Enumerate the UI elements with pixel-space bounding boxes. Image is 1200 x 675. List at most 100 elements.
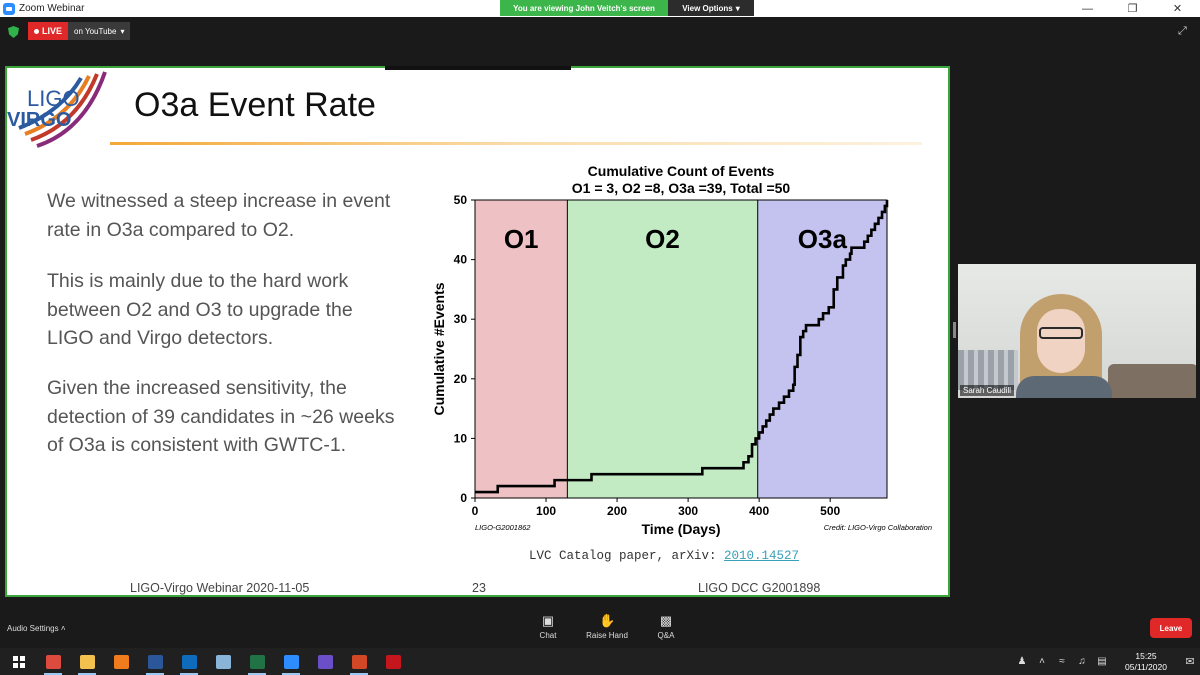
taskbar-app-drop-app[interactable] <box>310 651 340 673</box>
taskbar-app-outlook[interactable] <box>174 651 204 675</box>
taskbar-app-file-explorer[interactable] <box>72 651 102 675</box>
x-tick-label: 200 <box>607 504 627 518</box>
clock-time: 15:25 <box>1135 650 1157 661</box>
citation-text: LVC Catalog paper, arXiv: <box>529 549 725 563</box>
x-tick-label: 300 <box>678 504 698 518</box>
live-label: LIVE <box>42 26 63 36</box>
network-icon[interactable]: ▤ <box>1093 656 1111 668</box>
leave-button[interactable]: Leave <box>1150 618 1192 638</box>
minimize-icon[interactable]: — <box>1065 0 1110 17</box>
system-tray: ♟ ˄ ≈ ♫ ▤ 15:25 05/11/2020 ✉ <box>1012 648 1200 675</box>
wifi-icon[interactable]: ≈ <box>1053 656 1071 668</box>
zoom-app-icon <box>3 2 15 15</box>
taskbar-app-powerpoint[interactable] <box>344 651 374 675</box>
excel-icon <box>249 655 265 669</box>
slide-paragraph: This is mainly due to the hard work betw… <box>47 270 353 349</box>
chevron-up-icon[interactable]: ˄ <box>1033 656 1051 668</box>
raise-hand-label: Raise Hand <box>586 631 628 640</box>
outlook-icon <box>181 655 197 669</box>
participant-face <box>1037 309 1085 373</box>
meeting-toolbar: Audio Settings ˄ ▣ Chat ✋ Raise Hand ▩ Q… <box>0 608 1200 648</box>
taskbar-app-excel[interactable] <box>242 651 272 675</box>
live-indicator: LIVE <box>28 22 69 40</box>
y-tick-label: 40 <box>454 253 468 267</box>
acrobat-icon <box>385 655 401 669</box>
close-icon[interactable]: ✕ <box>1155 0 1200 17</box>
x-tick-label: 0 <box>472 504 479 518</box>
taskbar-app-word[interactable] <box>140 651 170 675</box>
taskbar-app-search-app[interactable] <box>106 651 136 673</box>
taskbar-app-chrome[interactable] <box>38 651 68 675</box>
fullscreen-icon[interactable]: ⤢ <box>1178 25 1190 37</box>
participant-video-tile[interactable]: Sarah Caudill <box>958 264 1196 398</box>
qa-icon: ▩ <box>659 613 673 628</box>
logo-ligo-text: LIGO <box>27 86 80 111</box>
chat-label: Chat <box>539 631 557 640</box>
windows-logo-icon <box>13 656 25 668</box>
slide-footer-right: LIGO DCC G2001898 <box>698 581 821 595</box>
volume-icon[interactable]: ♫ <box>1073 656 1091 668</box>
slide-footer-left: LIGO-Virgo Webinar 2020-11-05 <box>130 581 310 595</box>
slide-page-number: 23 <box>472 581 486 595</box>
qa-button[interactable]: ▩ Q&A <box>636 613 696 641</box>
run-region-label: O2 <box>645 224 680 254</box>
chevron-down-icon: ▾ <box>735 3 740 13</box>
qa-label: Q&A <box>657 631 675 640</box>
clock-date: 05/11/2020 <box>1125 661 1167 672</box>
arxiv-link[interactable]: 2010.14527 <box>724 549 799 563</box>
chat-button[interactable]: ▣ Chat <box>518 613 578 641</box>
encryption-shield-icon[interactable] <box>8 26 19 38</box>
y-tick-label: 50 <box>454 193 468 207</box>
video-chair <box>1108 364 1196 398</box>
people-icon[interactable]: ♟ <box>1013 656 1031 668</box>
restore-icon[interactable]: ❐ <box>1110 0 1155 17</box>
word-icon <box>147 655 163 669</box>
window-title: Zoom Webinar <box>19 3 85 14</box>
chart-annotation: LIGO-G2001862 <box>475 523 531 532</box>
y-tick-label: 0 <box>460 491 467 505</box>
chat-icon: ▣ <box>541 613 555 628</box>
audio-settings-button[interactable]: Audio Settings ˄ <box>7 624 66 633</box>
taskbar-app-notes[interactable] <box>208 651 238 673</box>
view-options-label: View Options <box>682 3 733 13</box>
powerpoint-icon <box>351 655 367 669</box>
run-region-label: O3a <box>798 224 848 254</box>
video-background-panel <box>958 350 1018 390</box>
x-tick-label: 500 <box>820 504 840 518</box>
start-button[interactable] <box>4 651 34 673</box>
stream-platform-dropdown[interactable]: on YouTube ▾ <box>68 22 131 40</box>
slide-paragraph: We witnessed a steep increase in event r… <box>47 190 391 241</box>
x-tick-label: 100 <box>536 504 556 518</box>
slide-paragraph: Given the increased sensitivity, the det… <box>47 377 395 456</box>
chart-annotation: Credit: LIGO-Virgo Collaboration <box>824 523 932 532</box>
chevron-up-icon: ˄ <box>60 624 66 633</box>
taskbar-app-zoom[interactable] <box>276 651 306 675</box>
audio-settings-label: Audio Settings <box>7 624 59 633</box>
logo-virgo-text: VIRGO <box>7 109 71 131</box>
stream-platform-label: on YouTube <box>74 26 117 36</box>
notifications-icon[interactable]: ✉ <box>1180 655 1200 668</box>
file-explorer-icon <box>79 655 95 669</box>
participant-glasses <box>1039 327 1083 339</box>
live-stream-badge[interactable]: LIVE on YouTube ▾ <box>28 22 131 40</box>
caret-down-icon: ▾ <box>120 26 125 36</box>
taskbar-app-acrobat[interactable] <box>378 651 408 673</box>
x-tick-label: 400 <box>749 504 769 518</box>
notes-icon <box>215 655 231 669</box>
raise-hand-button[interactable]: ✋ Raise Hand <box>577 614 637 641</box>
taskbar-clock[interactable]: 15:25 05/11/2020 <box>1116 651 1176 673</box>
screen-share-banner: You are viewing John Veitch's screen Vie… <box>500 0 754 16</box>
slide-title: O3a Event Rate <box>134 86 376 124</box>
ligo-virgo-logo: LIGO VIRGO <box>7 71 107 148</box>
y-axis-label: Cumulative #Events <box>431 282 447 415</box>
search-app-icon <box>113 655 129 669</box>
live-dot-icon <box>34 28 39 34</box>
shared-slide: LIGO VIRGO O3a Event Rate We witnessed a… <box>5 66 950 597</box>
y-tick-label: 20 <box>454 372 468 386</box>
slide-top-bar <box>385 66 571 70</box>
windows-taskbar: ♟ ˄ ≈ ♫ ▤ 15:25 05/11/2020 ✉ <box>0 648 1200 675</box>
view-options-button[interactable]: View Options ▾ <box>668 0 754 16</box>
x-axis-label: Time (Days) <box>641 521 720 537</box>
run-region-label: O1 <box>504 224 539 254</box>
panel-resize-handle[interactable] <box>953 322 956 338</box>
